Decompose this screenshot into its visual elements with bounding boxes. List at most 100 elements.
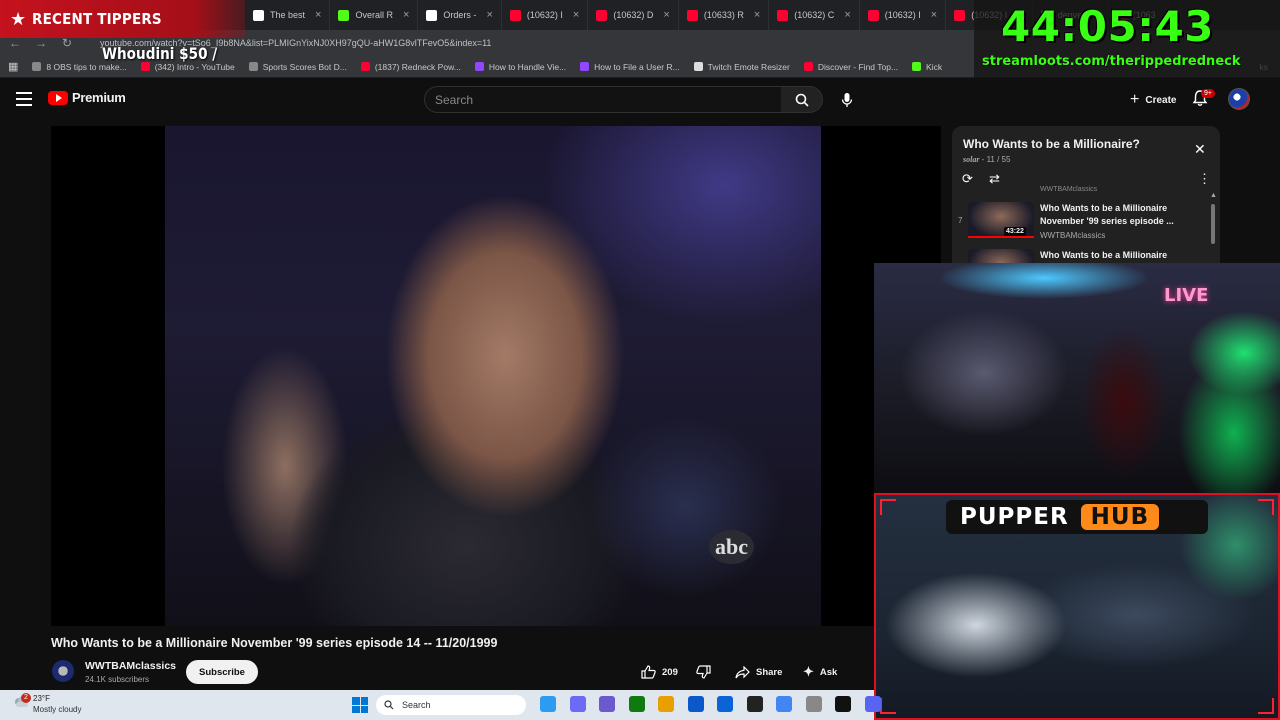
hub-word: HUB [1080,504,1160,530]
tab-close-icon[interactable]: × [663,9,669,21]
taskbar-app-icon[interactable] [569,696,586,712]
share-icon [735,665,750,678]
taskbar-app-icon[interactable] [776,696,792,712]
tab-close-icon[interactable]: × [486,9,492,21]
share-button[interactable]: Share [735,660,782,684]
tab-label: Orders - [443,10,477,20]
frame-corner [880,499,896,515]
shuffle-icon[interactable]: ⇄ [989,171,1000,187]
youtube-play-icon [48,90,68,105]
bookmark-item[interactable]: Twitch Emote Resizer [693,61,790,72]
taskbar-app-icon[interactable] [687,696,704,712]
bookmark-item[interactable]: 8 OBS tips to make... [32,62,127,72]
browser-tab[interactable]: Orders - × [418,0,502,30]
tab-favicon-icon [686,9,698,21]
browser-tab[interactable]: (10633) R × [679,0,770,30]
network-logo: abc [709,530,754,564]
create-label: Create [1145,94,1177,106]
playlist-scrollbar[interactable] [1211,204,1215,244]
video-title: Who Wants to be a Millionaire November '… [51,636,498,650]
thumbs-up-icon [641,665,656,679]
weather-temperature: 23°F [33,694,50,703]
playlist-partial-channel: WWTBAMclassics [1040,186,1098,193]
taskbar-app-icon[interactable] [805,696,822,712]
video-player[interactable]: abc [51,126,941,626]
frame-corner [880,698,896,714]
forward-icon[interactable]: → [34,36,48,50]
playlist-title[interactable]: Who Wants to be a Millionaire? [963,137,1140,151]
taskbar-app-icon[interactable] [746,696,763,712]
menu-icon[interactable] [16,92,32,106]
browser-tab[interactable]: (10632) D × [588,0,679,30]
pupper-word: PUPPER [960,504,1069,530]
account-avatar[interactable] [1228,88,1250,110]
more-options-icon[interactable]: ⋮ [1198,171,1211,187]
like-button[interactable]: 209 [641,660,678,684]
channel-name[interactable]: WWTBAMclassics [85,660,176,672]
search-input[interactable]: Search [424,86,782,113]
tab-close-icon[interactable]: × [573,9,579,21]
tab-favicon-icon [426,9,438,21]
bookmark-item[interactable]: Discover - Find Top... [803,61,899,72]
playlist-item[interactable]: 7 43:22 Who Wants to be a Millionaire No… [952,202,1212,246]
taskbar-app-icon[interactable] [864,696,881,712]
back-icon[interactable]: ← [8,36,22,50]
taskbar-app-icon[interactable] [658,696,674,712]
taskbar-app-icon[interactable] [540,696,556,712]
create-button[interactable]: + Create [1120,88,1186,112]
subscriber-count: 24.1K subscribers [85,675,150,684]
loop-icon[interactable]: ⟳ [962,171,973,187]
bookmark-item[interactable]: Sports Scores Bot D... [248,62,347,72]
reload-icon[interactable]: ↻ [60,36,74,50]
voice-search-button[interactable] [838,90,856,110]
tab-close-icon[interactable]: × [844,9,850,21]
subscribe-button[interactable]: Subscribe [186,660,258,684]
recent-tippers-banner: ★ RECENT TIPPERS [0,0,245,38]
dislike-button[interactable] [696,660,711,684]
tab-favicon-icon [954,9,966,21]
browser-tab[interactable]: The best × [245,0,331,30]
frame-corner [1258,698,1274,714]
weather-alert-badge: 2 [21,693,31,703]
bookmark-item[interactable]: (342) Intro - YouTube [140,62,235,72]
taskbar-app-icon[interactable] [717,696,733,712]
tab-close-icon[interactable]: × [754,9,760,21]
tab-label: (10632) C [794,10,835,20]
search-button[interactable] [781,86,823,113]
youtube-logo[interactable]: Premium [48,90,126,105]
bookmark-label: Kick [926,61,943,72]
ask-button[interactable]: ✦ Ask [803,660,837,684]
playlist-item-title: Who Wants to be a Millionaire [1040,250,1168,260]
taskbar-search[interactable]: Search [376,695,526,715]
bookmark-item[interactable]: (1837) Redneck Pow... [360,62,461,72]
browser-tab[interactable]: (10632) C × [769,0,860,30]
browser-tab[interactable]: (10632) I × [860,0,947,30]
windows-start-button[interactable] [352,697,368,713]
taskbar-app-icon[interactable] [599,696,615,712]
tab-label: (10632) D [613,10,654,20]
taskbar-app-icon[interactable] [835,696,851,712]
taskbar-app-icon[interactable] [628,696,645,712]
tab-favicon-icon [777,9,789,21]
bookmark-item[interactable]: How to Handle Vie... [474,62,566,72]
close-icon[interactable]: ✕ [1194,141,1206,158]
scroll-up-icon[interactable]: ▲ [1210,192,1217,199]
playlist-panel: Who Wants to be a Millionaire? solar - 1… [952,126,1220,266]
tab-close-icon[interactable]: × [315,9,321,21]
bookmark-item[interactable]: Kick [912,62,942,72]
like-count: 209 [662,666,678,678]
apps-grid-icon[interactable]: ▦ [8,60,18,73]
sparkle-icon: ✦ [803,664,814,679]
bookmark-item[interactable]: How to File a User R... [580,62,680,72]
frame-corner [1258,499,1274,515]
playlist-owner[interactable]: solar [963,155,979,164]
channel-avatar[interactable] [52,660,74,682]
pupper-hub-logo: PUPPER HUB [946,500,1208,534]
bookmark-favicon-icon [912,62,922,71]
tab-close-icon[interactable]: × [931,9,937,21]
browser-tab[interactable]: Overall R × [330,0,419,30]
bookmark-label: Twitch Emote Resizer [707,61,790,72]
tab-close-icon[interactable]: × [403,9,409,21]
bookmark-label: Discover - Find Top... [817,61,899,72]
browser-tab[interactable]: (10632) I × [502,0,589,30]
